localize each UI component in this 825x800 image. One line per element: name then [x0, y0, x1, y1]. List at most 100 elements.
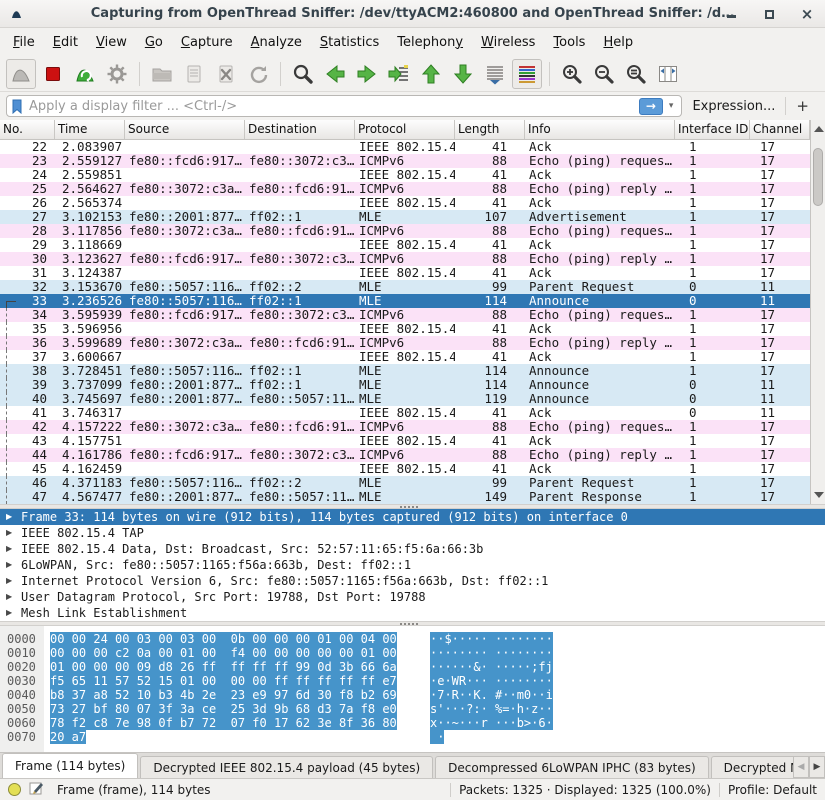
byte-tab-2[interactable]: Decompressed 6LoWPAN IPHC (83 bytes) — [435, 756, 709, 778]
scroll-up-arrow-icon[interactable] — [814, 126, 824, 132]
packet-row-42[interactable]: 424.157222fe80::3072:c3a…fe80::fcd6:91…I… — [0, 420, 810, 434]
minimize-button[interactable] — [725, 8, 737, 20]
column-header-no[interactable]: No. — [0, 120, 55, 139]
packet-row-31[interactable]: 313.124387IEEE 802.15.441Ack117 — [0, 266, 810, 280]
go-to-packet-button[interactable] — [384, 59, 414, 89]
apply-filter-button[interactable]: → — [639, 98, 663, 115]
filter-dropdown-caret-icon[interactable]: ▾ — [663, 101, 678, 111]
menu-help[interactable]: Help — [594, 31, 642, 54]
find-packet-button[interactable] — [288, 59, 318, 89]
expression-button[interactable]: Expression... — [682, 99, 785, 114]
hex-row[interactable]: 006078 f2 c8 7e 98 0f b7 72 07 f0 17 62 … — [0, 716, 825, 730]
resize-columns-button[interactable] — [653, 59, 683, 89]
zoom-reset-button[interactable] — [621, 59, 651, 89]
detail-row-6[interactable]: ▶Mesh Link Establishment — [0, 605, 825, 621]
menu-go[interactable]: Go — [136, 31, 172, 54]
go-last-packet-button[interactable] — [448, 59, 478, 89]
detail-row-5[interactable]: ▶User Datagram Protocol, Src Port: 19788… — [0, 589, 825, 605]
scroll-down-arrow-icon[interactable] — [814, 492, 824, 498]
packet-row-24[interactable]: 242.559851IEEE 802.15.441Ack117 — [0, 168, 810, 182]
expert-info-button[interactable] — [8, 783, 21, 796]
expander-collapsed-icon[interactable]: ▶ — [6, 557, 21, 573]
byte-tab-1[interactable]: Decrypted IEEE 802.15.4 payload (45 byte… — [140, 756, 433, 778]
capture-comment-icon[interactable] — [29, 781, 43, 798]
column-header-interface-id[interactable]: Interface ID — [675, 120, 750, 139]
go-forward-button[interactable] — [352, 59, 382, 89]
menu-view[interactable]: View — [87, 31, 136, 54]
close-button[interactable]: × — [801, 8, 813, 20]
scrollbar-thumb[interactable] — [813, 148, 823, 206]
detail-row-0[interactable]: ▶Frame 33: 114 bytes on wire (912 bits),… — [0, 509, 825, 525]
packet-row-37[interactable]: 373.600667IEEE 802.15.441Ack117 — [0, 350, 810, 364]
save-file-button[interactable] — [179, 59, 209, 89]
packet-row-40[interactable]: 403.745697fe80::2001:877…fe80::5057:11…M… — [0, 392, 810, 406]
expander-collapsed-icon[interactable]: ▶ — [6, 525, 21, 541]
column-header-length[interactable]: Length — [455, 120, 525, 139]
packet-row-33[interactable]: 333.236526fe80::5057:116…ff02::1MLE114An… — [0, 294, 810, 308]
packet-row-39[interactable]: 393.737099fe80::2001:877…ff02::1MLE114An… — [0, 378, 810, 392]
column-header-time[interactable]: Time — [55, 120, 125, 139]
menu-edit[interactable]: Edit — [44, 31, 87, 54]
detail-row-1[interactable]: ▶IEEE 802.15.4 TAP — [0, 525, 825, 541]
expander-collapsed-icon[interactable]: ▶ — [6, 589, 21, 605]
packet-row-34[interactable]: 343.595939fe80::fcd6:917…fe80::3072:c3…I… — [0, 308, 810, 322]
packet-row-35[interactable]: 353.596956IEEE 802.15.441Ack117 — [0, 322, 810, 336]
hex-row[interactable]: 005073 27 bf 80 07 3f 3a ce 25 3d 9b 68 … — [0, 702, 825, 716]
byte-tab-3[interactable]: Decrypted ML — [711, 756, 793, 778]
packet-row-29[interactable]: 293.118669IEEE 802.15.441Ack117 — [0, 238, 810, 252]
detail-row-3[interactable]: ▶6LoWPAN, Src: fe80::5057:1165:f56a:663b… — [0, 557, 825, 573]
menu-capture[interactable]: Capture — [172, 31, 242, 54]
go-first-packet-button[interactable] — [416, 59, 446, 89]
maximize-button[interactable] — [763, 8, 775, 20]
expander-collapsed-icon[interactable]: ▶ — [6, 509, 21, 525]
restart-capture-button[interactable] — [70, 59, 100, 89]
packet-row-44[interactable]: 444.161786fe80::fcd6:917…fe80::3072:c3…I… — [0, 448, 810, 462]
display-filter-input[interactable]: Apply a display filter ... <Ctrl-/> → ▾ — [6, 95, 682, 117]
add-filter-button[interactable]: + — [785, 97, 819, 115]
expander-collapsed-icon[interactable]: ▶ — [6, 573, 21, 589]
packet-row-25[interactable]: 252.564627fe80::3072:c3a…fe80::fcd6:91…I… — [0, 182, 810, 196]
menu-file[interactable]: File — [4, 31, 44, 54]
packet-row-23[interactable]: 232.559127fe80::fcd6:917…fe80::3072:c3…I… — [0, 154, 810, 168]
stop-capture-button[interactable] — [38, 59, 68, 89]
packet-row-47[interactable]: 474.567477fe80::2001:877…fe80::5057:11…M… — [0, 490, 810, 504]
packet-row-26[interactable]: 262.565374IEEE 802.15.441Ack117 — [0, 196, 810, 210]
hex-row[interactable]: 0030f5 65 11 57 52 15 01 00 00 00 ff ff … — [0, 674, 825, 688]
packet-row-36[interactable]: 363.599689fe80::3072:c3a…fe80::fcd6:91…I… — [0, 336, 810, 350]
menu-statistics[interactable]: Statistics — [311, 31, 388, 54]
hex-row[interactable]: 0040b8 37 a8 52 10 b3 4b 2e 23 e9 97 6d … — [0, 688, 825, 702]
menu-telephony[interactable]: Telephony — [388, 31, 472, 54]
expander-collapsed-icon[interactable]: ▶ — [6, 541, 21, 557]
packet-row-30[interactable]: 303.123627fe80::fcd6:917…fe80::3072:c3…I… — [0, 252, 810, 266]
close-file-button[interactable] — [211, 59, 241, 89]
menu-analyze[interactable]: Analyze — [242, 31, 311, 54]
filter-bookmark-icon[interactable] — [11, 99, 23, 114]
packet-row-32[interactable]: 323.153670fe80::5057:116…ff02::2MLE99Par… — [0, 280, 810, 294]
packet-row-27[interactable]: 273.102153fe80::2001:877…ff02::1MLE107Ad… — [0, 210, 810, 224]
tab-scroll-left-icon[interactable]: ◀ — [793, 756, 809, 778]
packet-row-46[interactable]: 464.371183fe80::5057:116…ff02::2MLE99Par… — [0, 476, 810, 490]
column-header-protocol[interactable]: Protocol — [355, 120, 455, 139]
packet-row-43[interactable]: 434.157751IEEE 802.15.441Ack117 — [0, 434, 810, 448]
menu-tools[interactable]: Tools — [544, 31, 594, 54]
menu-wireless[interactable]: Wireless — [472, 31, 544, 54]
colorize-packets-button[interactable] — [512, 59, 542, 89]
tab-scroll-right-icon[interactable]: ▶ — [809, 756, 825, 778]
open-file-button[interactable] — [147, 59, 177, 89]
column-header-source[interactable]: Source — [125, 120, 245, 139]
byte-tab-0[interactable]: Frame (114 bytes) — [2, 753, 138, 778]
go-back-button[interactable] — [320, 59, 350, 89]
expander-collapsed-icon[interactable]: ▶ — [6, 605, 21, 621]
status-profile[interactable]: Profile: Default — [728, 783, 817, 797]
column-header-channel[interactable]: Channel — [750, 120, 810, 139]
detail-row-4[interactable]: ▶Internet Protocol Version 6, Src: fe80:… — [0, 573, 825, 589]
packet-row-45[interactable]: 454.162459IEEE 802.15.441Ack117 — [0, 462, 810, 476]
packet-row-41[interactable]: 413.746317IEEE 802.15.441Ack011 — [0, 406, 810, 420]
packet-row-28[interactable]: 283.117856fe80::3072:c3a…fe80::fcd6:91…I… — [0, 224, 810, 238]
start-capture-button[interactable] — [6, 59, 36, 89]
packet-row-38[interactable]: 383.728451fe80::5057:116…ff02::1MLE114An… — [0, 364, 810, 378]
column-header-destination[interactable]: Destination — [245, 120, 355, 139]
detail-row-2[interactable]: ▶IEEE 802.15.4 Data, Dst: Broadcast, Src… — [0, 541, 825, 557]
zoom-in-button[interactable] — [557, 59, 587, 89]
capture-options-button[interactable] — [102, 59, 132, 89]
